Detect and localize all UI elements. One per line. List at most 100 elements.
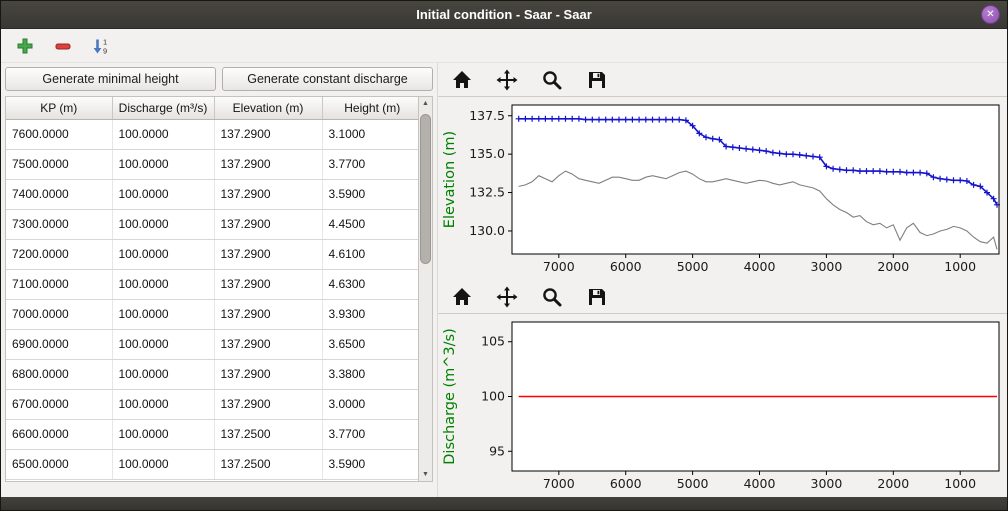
table-cell[interactable]: 7200.0000 xyxy=(6,239,112,269)
table-cell[interactable]: 137.2900 xyxy=(214,269,322,299)
sort-button[interactable]: 1 9 xyxy=(87,32,115,60)
table-cell[interactable]: 6900.0000 xyxy=(6,329,112,359)
table-cell[interactable]: 7300.0000 xyxy=(6,209,112,239)
table-cell[interactable]: 100.0000 xyxy=(112,149,214,179)
svg-text:2000: 2000 xyxy=(877,259,909,274)
table-cell[interactable]: 137.2900 xyxy=(214,329,322,359)
title-bar[interactable]: Initial condition - Saar - Saar ✕ xyxy=(1,1,1007,29)
main-content: Generate minimal height Generate constan… xyxy=(1,63,1007,497)
table-cell[interactable]: 137.2900 xyxy=(214,179,322,209)
elevation-plot[interactable]: 7000600050004000300020001000137.5135.013… xyxy=(438,97,1007,280)
table-header-row: KP (m) Discharge (m³/s) Elevation (m) He… xyxy=(6,97,418,119)
table-scrollbar[interactable]: ▲ ▼ xyxy=(418,97,432,481)
table-cell[interactable]: 3.1000 xyxy=(322,119,418,149)
table-cell[interactable]: 100.0000 xyxy=(112,299,214,329)
table-cell[interactable]: 3.7700 xyxy=(322,419,418,449)
svg-text:130.0: 130.0 xyxy=(469,223,505,238)
table-cell[interactable]: 4.6100 xyxy=(322,239,418,269)
elevation-chart-svg[interactable]: 7000600050004000300020001000137.5135.013… xyxy=(438,97,1007,280)
table-cell[interactable]: 100.0000 xyxy=(112,269,214,299)
pan-button[interactable] xyxy=(493,283,521,311)
table-cell[interactable]: 100.0000 xyxy=(112,119,214,149)
table-cell[interactable]: 6700.0000 xyxy=(6,389,112,419)
remove-row-button[interactable] xyxy=(49,32,77,60)
close-button[interactable]: ✕ xyxy=(981,5,1000,24)
table-cell[interactable]: 6600.0000 xyxy=(6,419,112,449)
table-cell[interactable]: 7600.0000 xyxy=(6,119,112,149)
table-cell[interactable]: 3.0000 xyxy=(322,389,418,419)
table-cell[interactable]: 3.6500 xyxy=(322,329,418,359)
table-cell[interactable]: 100.0000 xyxy=(112,419,214,449)
home-button[interactable] xyxy=(448,66,476,94)
column-header-kp[interactable]: KP (m) xyxy=(6,97,112,119)
table-cell[interactable]: 137.2900 xyxy=(214,389,322,419)
table-row[interactable]: 6700.0000100.0000137.29003.0000 xyxy=(6,389,418,419)
table-cell[interactable]: 137.2900 xyxy=(214,149,322,179)
table-cell[interactable]: 100.0000 xyxy=(112,329,214,359)
table-row[interactable]: 7300.0000100.0000137.29004.4500 xyxy=(6,209,418,239)
scroll-down-arrow[interactable]: ▼ xyxy=(419,468,432,481)
table-cell[interactable]: 137.2500 xyxy=(214,449,322,479)
add-row-button[interactable] xyxy=(11,32,39,60)
table-cell[interactable]: 4.4500 xyxy=(322,209,418,239)
discharge-plot[interactable]: 700060005000400030002000100010510095Disc… xyxy=(438,314,1007,497)
save-button[interactable] xyxy=(583,283,611,311)
table-cell[interactable]: 100.0000 xyxy=(112,239,214,269)
table-cell[interactable]: 6500.0000 xyxy=(6,449,112,479)
column-header-discharge[interactable]: Discharge (m³/s) xyxy=(112,97,214,119)
table-row[interactable]: 6800.0000100.0000137.29003.3800 xyxy=(6,359,418,389)
zoom-icon xyxy=(541,286,563,308)
table-row[interactable]: 7400.0000100.0000137.29003.5900 xyxy=(6,179,418,209)
table-row[interactable]: 7100.0000100.0000137.29004.6300 xyxy=(6,269,418,299)
table-cell[interactable]: 7000.0000 xyxy=(6,299,112,329)
table-row[interactable]: 7600.0000100.0000137.29003.1000 xyxy=(6,119,418,149)
plots-panel: 7000600050004000300020001000137.5135.013… xyxy=(437,63,1007,497)
table-cell[interactable]: 3.3800 xyxy=(322,359,418,389)
table-cell[interactable]: 100.0000 xyxy=(112,179,214,209)
table-row[interactable]: 6900.0000100.0000137.29003.6500 xyxy=(6,329,418,359)
table-cell[interactable]: 137.2900 xyxy=(214,359,322,389)
table-row[interactable]: 6600.0000100.0000137.25003.7700 xyxy=(6,419,418,449)
table-cell[interactable]: 7500.0000 xyxy=(6,149,112,179)
svg-text:1000: 1000 xyxy=(944,259,976,274)
zoom-button[interactable] xyxy=(538,283,566,311)
window-bottom-edge xyxy=(1,497,1007,510)
pan-button[interactable] xyxy=(493,66,521,94)
svg-text:3000: 3000 xyxy=(811,476,843,491)
save-button[interactable] xyxy=(583,66,611,94)
table-cell[interactable]: 100.0000 xyxy=(112,359,214,389)
table-row[interactable]: 6500.0000100.0000137.25003.5900 xyxy=(6,449,418,479)
table-cell[interactable]: 137.2900 xyxy=(214,299,322,329)
table-cell[interactable]: 3.5900 xyxy=(322,179,418,209)
app-window: Initial condition - Saar - Saar ✕ 1 9 Ge… xyxy=(0,0,1008,511)
table-cell[interactable]: 7100.0000 xyxy=(6,269,112,299)
scroll-up-arrow[interactable]: ▲ xyxy=(419,97,432,110)
table-cell[interactable]: 4.6300 xyxy=(322,269,418,299)
column-header-height[interactable]: Height (m) xyxy=(322,97,418,119)
table-row[interactable]: 7200.0000100.0000137.29004.6100 xyxy=(6,239,418,269)
table-cell[interactable]: 137.2900 xyxy=(214,119,322,149)
table-cell[interactable]: 7400.0000 xyxy=(6,179,112,209)
table-cell[interactable]: 3.5900 xyxy=(322,449,418,479)
table-cell[interactable]: 137.2500 xyxy=(214,419,322,449)
table-cell[interactable]: 137.2900 xyxy=(214,209,322,239)
svg-text:95: 95 xyxy=(489,443,505,458)
scrollbar-thumb[interactable] xyxy=(420,114,431,264)
table-cell[interactable]: 100.0000 xyxy=(112,389,214,419)
generate-minimal-height-button[interactable]: Generate minimal height xyxy=(5,67,216,91)
table-row[interactable]: 7000.0000100.0000137.29003.9300 xyxy=(6,299,418,329)
generate-constant-discharge-button[interactable]: Generate constant discharge xyxy=(222,67,433,91)
svg-text:7000: 7000 xyxy=(543,259,575,274)
scrollbar-trough[interactable] xyxy=(419,110,432,468)
table-cell[interactable]: 137.2900 xyxy=(214,239,322,269)
zoom-button[interactable] xyxy=(538,66,566,94)
column-header-elevation[interactable]: Elevation (m) xyxy=(214,97,322,119)
table-cell[interactable]: 3.7700 xyxy=(322,149,418,179)
table-cell[interactable]: 3.9300 xyxy=(322,299,418,329)
home-button[interactable] xyxy=(448,283,476,311)
table-cell[interactable]: 100.0000 xyxy=(112,209,214,239)
table-cell[interactable]: 6800.0000 xyxy=(6,359,112,389)
discharge-chart-svg[interactable]: 700060005000400030002000100010510095Disc… xyxy=(438,314,1007,497)
table-row[interactable]: 7500.0000100.0000137.29003.7700 xyxy=(6,149,418,179)
table-cell[interactable]: 100.0000 xyxy=(112,449,214,479)
